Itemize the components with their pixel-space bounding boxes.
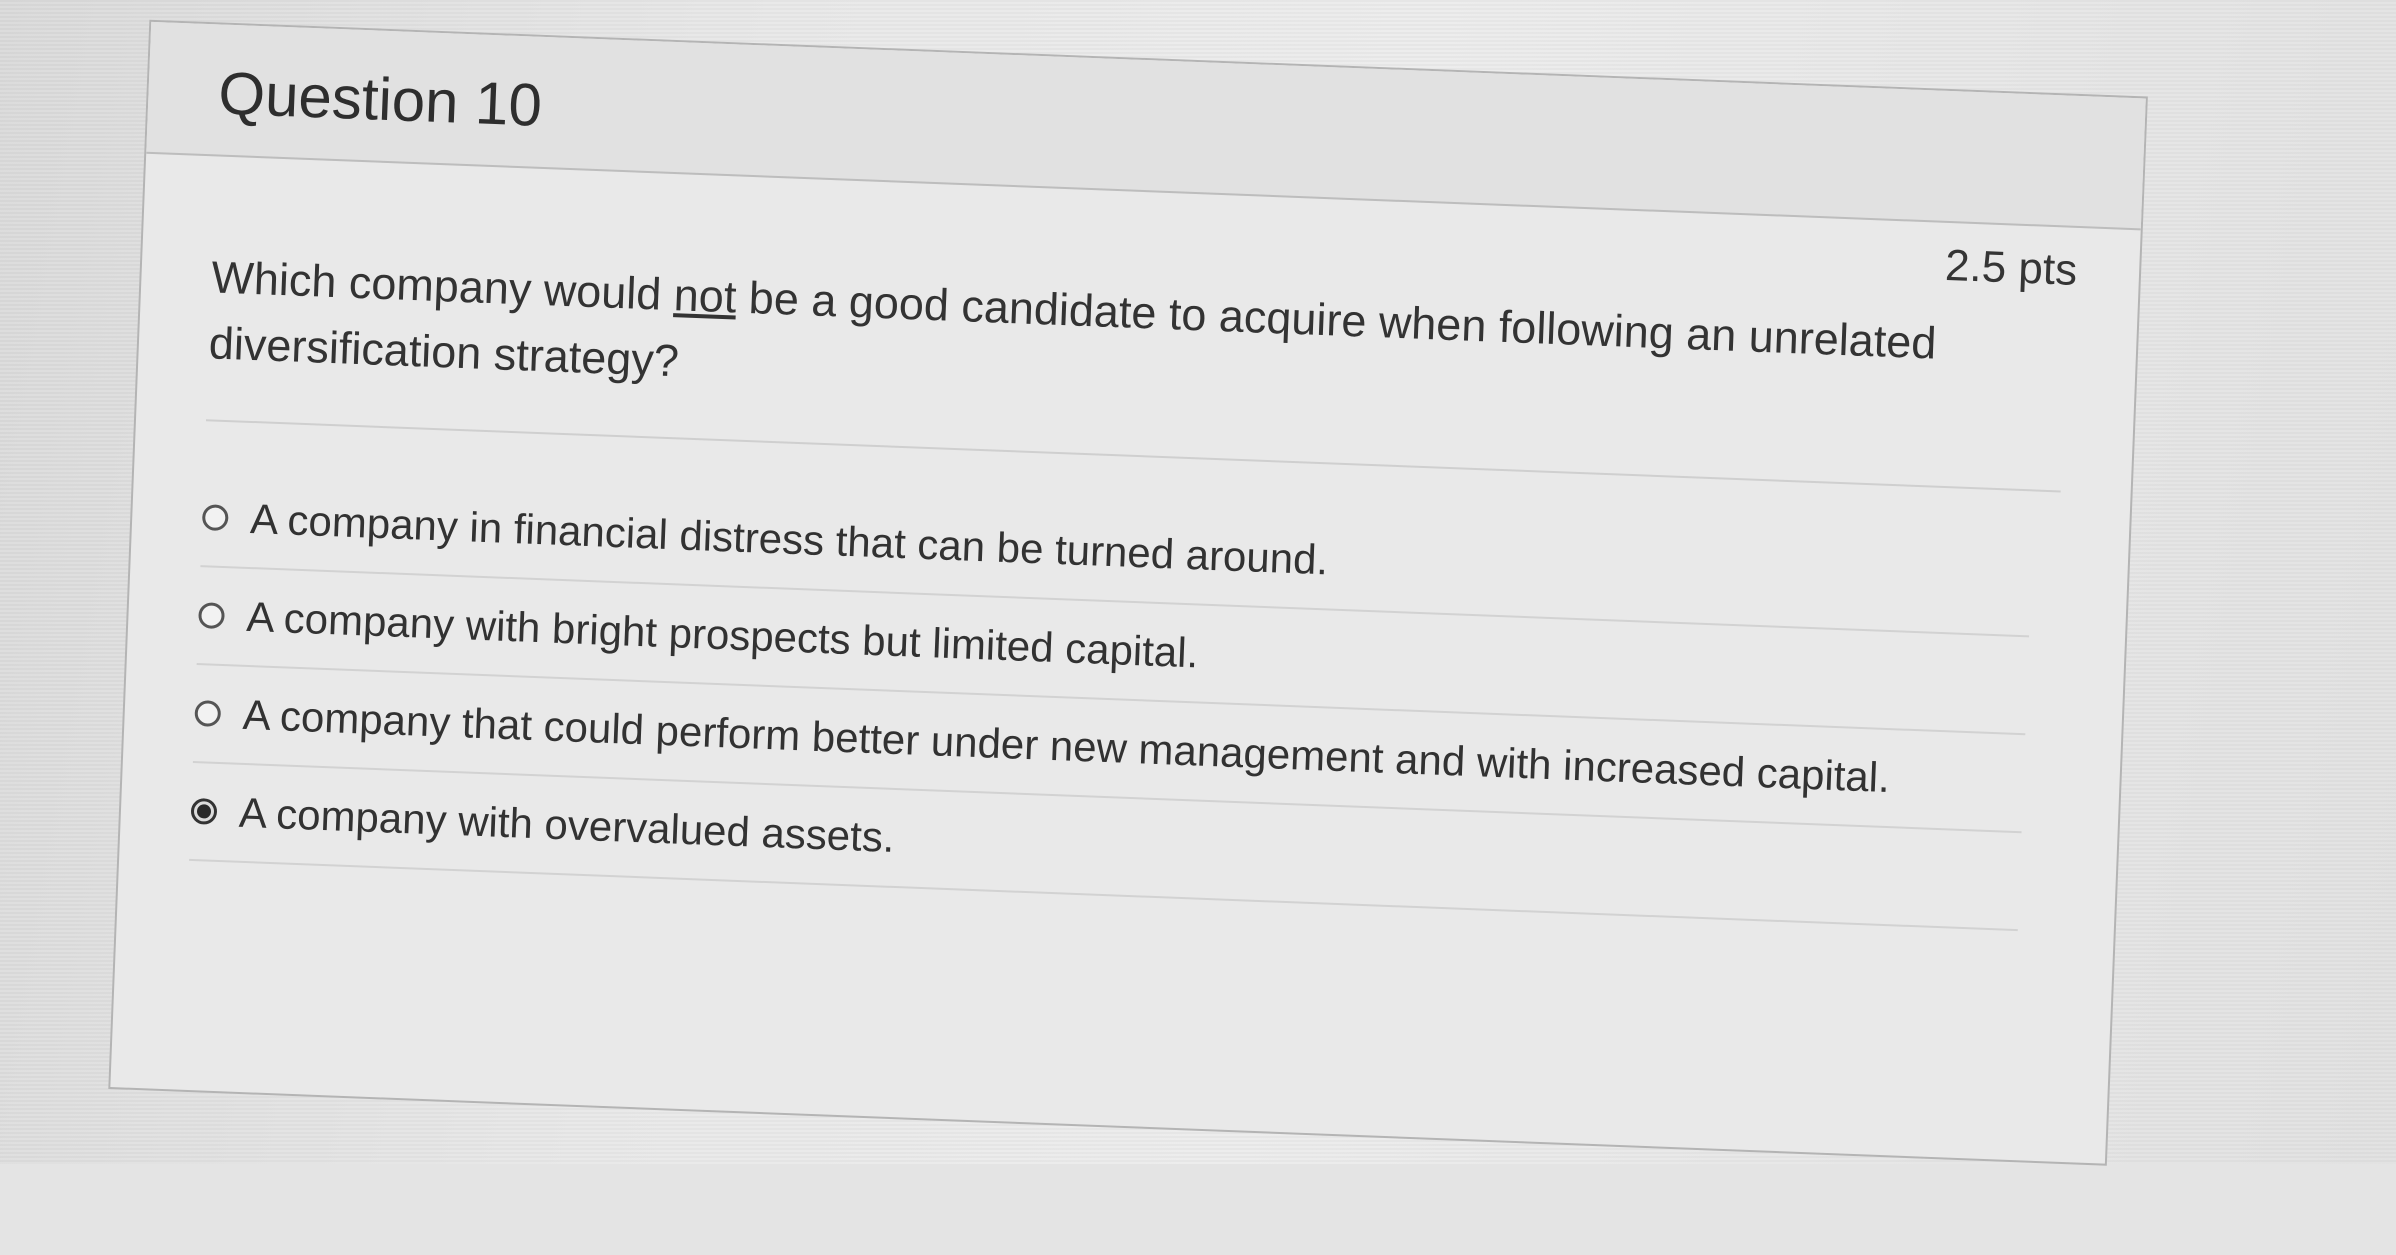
question-text: Which company would not be a good candid… (208, 244, 2012, 445)
question-header: Question 10 (146, 21, 2146, 231)
radio-button[interactable] (201, 504, 229, 532)
photo-background: Question 10 2.5 pts Which company would … (0, 0, 2396, 1166)
radio-button[interactable] (194, 700, 222, 727)
answer-label: A company in financial distress that can… (249, 495, 1330, 584)
question-title: Question 10 (217, 59, 544, 139)
answer-list: A company in financial distress that can… (189, 469, 2033, 932)
question-text-start: Which company would (210, 251, 675, 321)
answer-label: A company with overvalued assets. (238, 788, 896, 861)
question-text-emphasis: not (672, 269, 738, 323)
answer-label: A company with bright prospects but limi… (245, 592, 1200, 677)
radio-button-selected[interactable] (190, 797, 218, 825)
screen-content: Question 10 2.5 pts Which company would … (0, 0, 2394, 1255)
points-label: 2.5 pts (1944, 240, 2079, 295)
question-card: Question 10 2.5 pts Which company would … (108, 19, 2148, 1166)
radio-button[interactable] (198, 602, 226, 630)
